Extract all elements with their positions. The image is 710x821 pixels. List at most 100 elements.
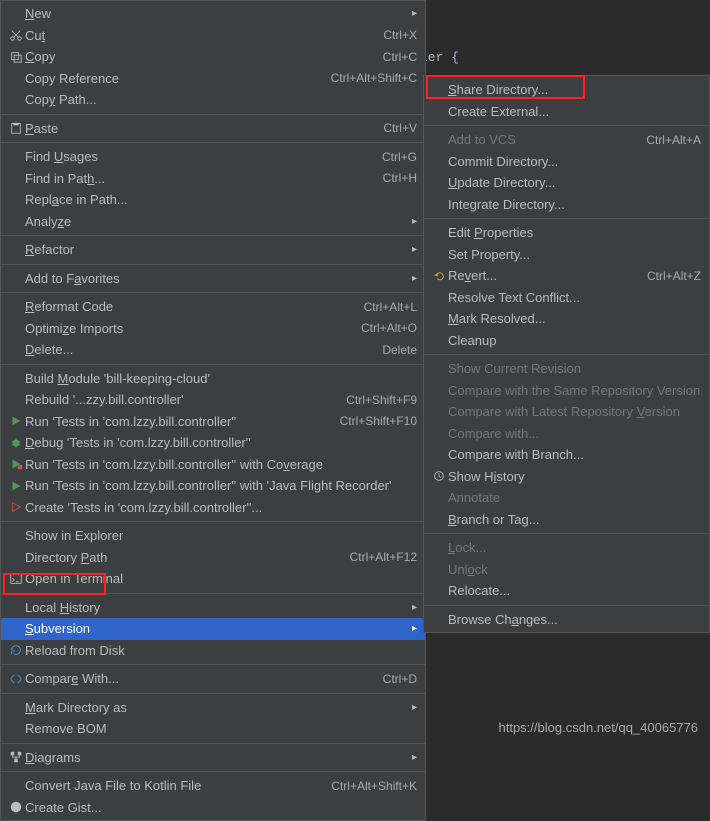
blank-icon [430,196,448,212]
context-item-34[interactable]: Subversion ▸ [1,618,425,640]
blank-icon [430,246,448,262]
diagram-icon [7,749,25,765]
blank-icon [430,82,448,98]
blank-icon [430,361,448,377]
svn-item-22[interactable]: Branch or Tag... [424,509,709,531]
run-icon [7,478,25,494]
context-item-3[interactable]: Copy Reference Ctrl+Alt+Shift+C [1,68,425,90]
context-item-18[interactable]: Optimize ImportsCtrl+Alt+O [1,318,425,340]
menu-item-label: Branch or Tag... [448,512,701,527]
blank-icon [7,342,25,358]
submenu-arrow-icon: ▸ [412,702,417,713]
svn-item-26[interactable]: Relocate... [424,580,709,602]
menu-item-label: Copy Reference [25,71,319,86]
context-item-31[interactable]: Open in Terminal [1,568,425,590]
svn-item-24: Lock... [424,537,709,559]
menu-item-label: Rebuild '...zzy.bill.controller' [25,392,334,407]
blank-icon [7,320,25,336]
blank-icon [430,382,448,398]
context-item-44[interactable]: Convert Java File to Kotlin FileCtrl+Alt… [1,775,425,797]
menu-item-label: Create Gist... [25,800,417,815]
separator [1,521,425,522]
menu-item-label: Compare with... [448,426,701,441]
context-item-1[interactable]: CutCtrl+X [1,25,425,47]
menu-item-label: Delete... [25,342,370,357]
cut-icon [7,27,25,43]
menu-item-label: Update Directory... [448,175,701,190]
blank-icon [7,299,25,315]
menu-item-label: Commit Directory... [448,154,701,169]
context-item-17[interactable]: Reformat CodeCtrl+Alt+L [1,296,425,318]
blank-icon [7,170,25,186]
context-item-23[interactable]: Run 'Tests in 'com.lzzy.bill.controller'… [1,411,425,433]
svn-item-10[interactable]: Revert...Ctrl+Alt+Z [424,265,709,287]
svn-item-6[interactable]: Integrate Directory... [424,194,709,216]
shortcut: Ctrl+Alt+O [361,321,417,335]
svn-item-28[interactable]: Browse Changes... [424,609,709,631]
context-item-10[interactable]: Replace in Path... [1,189,425,211]
context-item-45[interactable]: Create Gist... [1,797,425,819]
menu-item-label: Lock... [448,540,701,555]
context-item-9[interactable]: Find in Path...Ctrl+H [1,168,425,190]
context-item-11[interactable]: Analyze▸ [1,211,425,233]
context-item-13[interactable]: Refactor▸ [1,239,425,261]
svn-item-5[interactable]: Update Directory... [424,172,709,194]
svn-item-11[interactable]: Resolve Text Conflict... [424,287,709,309]
separator [1,664,425,665]
menu-item-label: Create External... [448,104,701,119]
coverage-icon [7,456,25,472]
menu-item-label: Unlock [448,562,701,577]
blank-icon [430,175,448,191]
svn-item-9[interactable]: Set Property... [424,244,709,266]
shortcut: Ctrl+Alt+Shift+K [331,779,417,793]
context-item-21[interactable]: Build Module 'bill-keeping-cloud' [1,368,425,390]
menu-item-label: Copy Path... [25,92,417,107]
menu-item-label: Run 'Tests in 'com.lzzy.bill.controller'… [25,414,328,429]
svn-item-13[interactable]: Cleanup [424,330,709,352]
context-item-22[interactable]: Rebuild '...zzy.bill.controller'Ctrl+Shi… [1,389,425,411]
menu-item-label: Subversion [25,621,406,636]
menu-item-label: Compare with the Same Repository Version [448,383,701,398]
svn-item-8[interactable]: Edit Properties [424,222,709,244]
run-icon [7,413,25,429]
context-item-42[interactable]: Diagrams▸ [1,747,425,769]
menu-item-label: Annotate [448,490,701,505]
menu-item-label: Create 'Tests in 'com.lzzy.bill.controll… [25,500,417,515]
context-item-2[interactable]: CopyCtrl+C [1,46,425,68]
context-item-37[interactable]: Compare With...Ctrl+D [1,668,425,690]
context-item-35[interactable]: Reload from Disk [1,640,425,662]
svn-item-12[interactable]: Mark Resolved... [424,308,709,330]
context-item-39[interactable]: Mark Directory as▸ [1,697,425,719]
context-item-40[interactable]: Remove BOM [1,718,425,740]
menu-item-label: Set Property... [448,247,701,262]
submenu-arrow-icon: ▸ [412,244,417,255]
svn-item-20[interactable]: Show History [424,466,709,488]
submenu-arrow-icon: ▸ [412,623,417,634]
context-item-15[interactable]: Add to Favorites▸ [1,268,425,290]
context-item-27[interactable]: Create 'Tests in 'com.lzzy.bill.controll… [1,497,425,519]
context-item-29[interactable]: Show in Explorer [1,525,425,547]
context-item-26[interactable]: Run 'Tests in 'com.lzzy.bill.controller'… [1,475,425,497]
context-item-19[interactable]: Delete...Delete [1,339,425,361]
context-item-25[interactable]: Run 'Tests in 'com.lzzy.bill.controller'… [1,454,425,476]
blank-icon [7,92,25,108]
menu-item-label: Integrate Directory... [448,197,701,212]
separator [424,218,709,219]
svn-item-0[interactable]: Share Directory... [424,79,709,101]
context-item-6[interactable]: PasteCtrl+V [1,118,425,140]
context-item-24[interactable]: Debug 'Tests in 'com.lzzy.bill.controlle… [1,432,425,454]
context-item-8[interactable]: Find UsagesCtrl+G [1,146,425,168]
context-item-0[interactable]: New▸ [1,3,425,25]
context-item-30[interactable]: Directory PathCtrl+Alt+F12 [1,547,425,569]
svn-item-4[interactable]: Commit Directory... [424,151,709,173]
svn-item-1[interactable]: Create External... [424,101,709,123]
menu-item-label: Cut [25,28,371,43]
menu-item-label: Edit Properties [448,225,701,240]
svn-item-19[interactable]: Compare with Branch... [424,444,709,466]
menu-item-label: Reformat Code [25,299,352,314]
blank-icon [430,611,448,627]
context-item-33[interactable]: Local History▸ [1,597,425,619]
context-item-4[interactable]: Copy Path... [1,89,425,111]
shortcut: Ctrl+Alt+Shift+C [331,71,417,85]
blank-icon [7,70,25,86]
